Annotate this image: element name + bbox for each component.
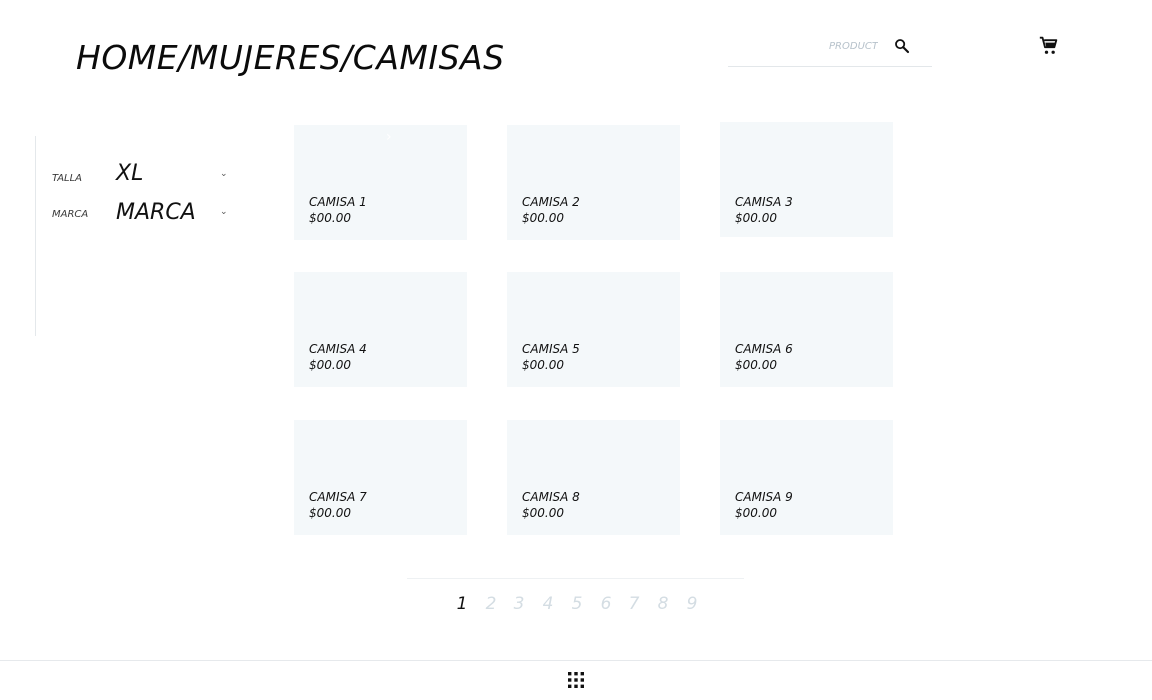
product-card[interactable]: CAMISA 5 $00.00 bbox=[507, 272, 680, 387]
product-name: CAMISA 6 bbox=[735, 342, 793, 356]
product-card[interactable]: CAMISA 7 $00.00 bbox=[294, 420, 467, 535]
grid-menu-icon[interactable] bbox=[567, 671, 585, 689]
chevron-right-icon: › bbox=[386, 129, 392, 145]
filter-label: MARCA bbox=[52, 209, 89, 220]
product-name: CAMISA 1 bbox=[309, 195, 367, 209]
product-name: CAMISA 3 bbox=[735, 195, 793, 209]
product-card[interactable]: CAMISA 2 $00.00 bbox=[507, 125, 680, 240]
product-price: $00.00 bbox=[735, 211, 777, 225]
page-8-link[interactable]: 8 bbox=[656, 594, 670, 614]
product-card[interactable]: CAMISA 4 $00.00 bbox=[294, 272, 467, 387]
product-name: CAMISA 9 bbox=[735, 490, 793, 504]
product-card[interactable]: CAMISA 8 $00.00 bbox=[507, 420, 680, 535]
filter-value: MARCA bbox=[116, 200, 196, 225]
page-7-link[interactable]: 7 bbox=[627, 594, 641, 614]
product-card[interactable]: › CAMISA 1 $00.00 bbox=[294, 125, 467, 240]
chevron-down-icon[interactable]: ⌄ bbox=[220, 169, 228, 179]
cart-icon[interactable] bbox=[1039, 36, 1059, 56]
product-name: CAMISA 7 bbox=[309, 490, 367, 504]
product-card[interactable]: CAMISA 9 $00.00 bbox=[720, 420, 893, 535]
page-6-link[interactable]: 6 bbox=[599, 594, 613, 614]
page-1-link[interactable]: 1 bbox=[455, 594, 469, 614]
product-card[interactable]: CAMISA 6 $00.00 bbox=[720, 272, 893, 387]
product-price: $00.00 bbox=[522, 358, 564, 372]
product-price: $00.00 bbox=[309, 506, 351, 520]
product-price: $00.00 bbox=[735, 358, 777, 372]
product-card[interactable]: CAMISA 3 $00.00 bbox=[720, 122, 893, 237]
search-bar bbox=[728, 28, 932, 67]
filter-marca[interactable]: MARCA MARCA ⌄ bbox=[52, 200, 232, 230]
filter-panel: TALLA XL ⌄ MARCA MARCA ⌄ bbox=[35, 136, 236, 336]
product-name: CAMISA 8 bbox=[522, 490, 580, 504]
product-name: CAMISA 4 bbox=[309, 342, 367, 356]
product-price: $00.00 bbox=[522, 211, 564, 225]
filter-talla[interactable]: TALLA XL ⌄ bbox=[52, 161, 232, 191]
footer-divider bbox=[0, 660, 1152, 661]
breadcrumb[interactable]: HOME/MUJERES/CAMISAS bbox=[76, 38, 505, 77]
pagination-divider bbox=[407, 578, 744, 579]
page-2-link[interactable]: 2 bbox=[484, 594, 498, 614]
page-4-link[interactable]: 4 bbox=[541, 594, 555, 614]
search-input[interactable] bbox=[728, 34, 878, 58]
search-icon[interactable] bbox=[893, 37, 911, 55]
page-5-link[interactable]: 5 bbox=[570, 594, 584, 614]
filter-value: XL bbox=[116, 161, 144, 186]
page-9-link[interactable]: 9 bbox=[685, 594, 699, 614]
filter-label: TALLA bbox=[52, 173, 83, 184]
product-price: $00.00 bbox=[735, 506, 777, 520]
product-name: CAMISA 5 bbox=[522, 342, 580, 356]
chevron-down-icon[interactable]: ⌄ bbox=[220, 207, 228, 217]
page-3-link[interactable]: 3 bbox=[512, 594, 526, 614]
product-price: $00.00 bbox=[309, 358, 351, 372]
product-name: CAMISA 2 bbox=[522, 195, 580, 209]
product-price: $00.00 bbox=[309, 211, 351, 225]
product-price: $00.00 bbox=[522, 506, 564, 520]
